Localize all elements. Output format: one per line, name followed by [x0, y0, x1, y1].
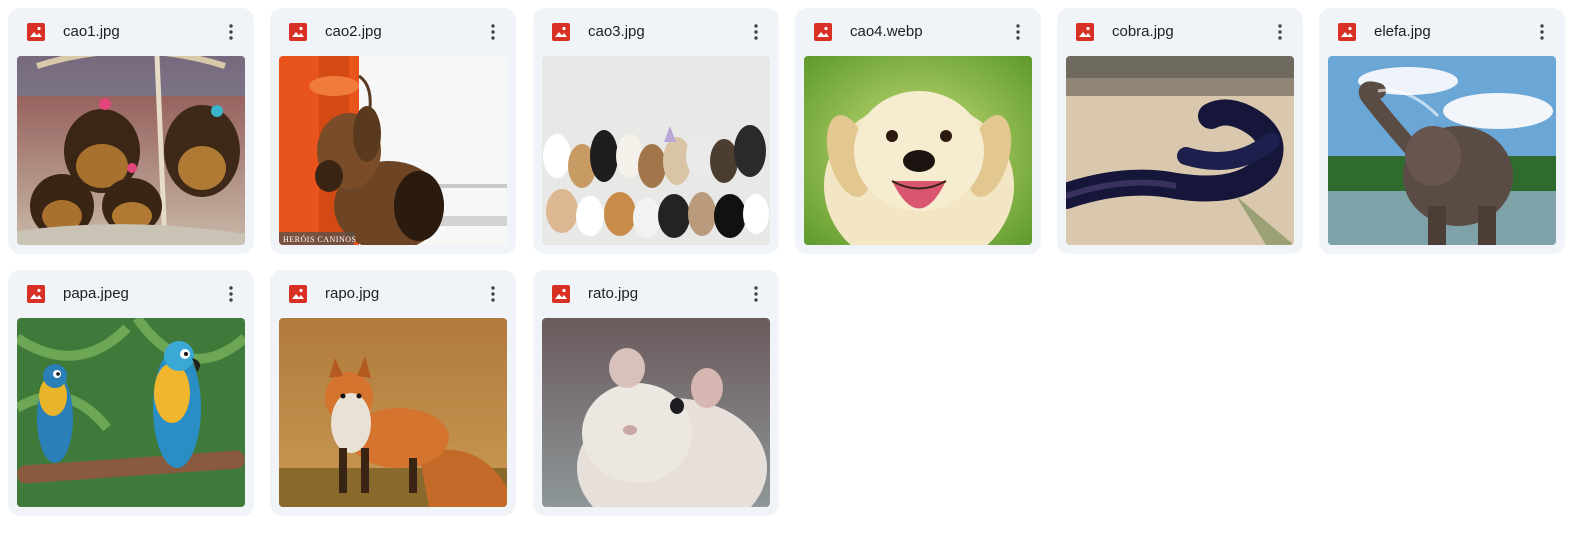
more-actions-button[interactable] [216, 279, 246, 309]
thumbnail-image [1328, 56, 1556, 245]
more-vertical-icon [229, 286, 233, 302]
file-card-header[interactable]: cao1.jpg [8, 8, 254, 56]
more-actions-button[interactable] [478, 279, 508, 309]
file-name: cao1.jpg [63, 23, 120, 40]
file-card[interactable]: cao3.jpg [533, 8, 779, 254]
file-thumbnail[interactable] [542, 318, 770, 507]
image-file-icon [552, 285, 570, 303]
file-name: cao4.webp [850, 23, 923, 40]
file-card[interactable]: elefa.jpg [1319, 8, 1565, 254]
file-thumbnail[interactable] [1328, 56, 1556, 245]
file-card-header[interactable]: papa.jpeg [8, 270, 254, 318]
image-file-icon [289, 23, 307, 41]
file-card-header[interactable]: cobra.jpg [1057, 8, 1303, 56]
file-card-header[interactable]: cao3.jpg [533, 8, 779, 56]
file-card-header[interactable]: cao4.webp [795, 8, 1041, 56]
file-thumbnail[interactable] [1066, 56, 1294, 245]
file-name: rapo.jpg [325, 285, 380, 302]
image-file-icon [289, 285, 307, 303]
image-file-icon [27, 23, 45, 41]
thumbnail-image [1066, 56, 1294, 245]
file-card-header[interactable]: rato.jpg [533, 270, 779, 318]
file-card[interactable]: cao2.jpg HERÓIS CANINOS [270, 8, 516, 254]
thumbnail-image [804, 56, 1032, 245]
file-name: rato.jpg [588, 285, 639, 302]
more-vertical-icon [491, 286, 495, 302]
file-card[interactable]: cao4.webp [795, 8, 1041, 254]
file-card[interactable]: papa.jpeg [8, 270, 254, 516]
more-vertical-icon [754, 286, 758, 302]
more-actions-button[interactable] [1527, 17, 1557, 47]
image-file-icon [1338, 23, 1356, 41]
more-vertical-icon [1016, 24, 1020, 40]
file-thumbnail[interactable] [804, 56, 1032, 245]
thumbnail-image [542, 318, 770, 507]
thumbnail-image [542, 56, 770, 245]
more-actions-button[interactable] [741, 279, 771, 309]
file-grid: cao1.jpg cao2.jpg HERÓIS CANINOS cao3.jp… [0, 0, 1578, 537]
image-file-icon [814, 23, 832, 41]
more-vertical-icon [229, 24, 233, 40]
image-file-icon [552, 23, 570, 41]
file-card-header[interactable]: rapo.jpg [270, 270, 516, 318]
more-actions-button[interactable] [741, 17, 771, 47]
watermark-text: HERÓIS CANINOS [283, 234, 356, 244]
file-thumbnail[interactable] [17, 318, 245, 507]
more-actions-button[interactable] [478, 17, 508, 47]
thumbnail-image [17, 56, 245, 245]
file-thumbnail[interactable] [17, 56, 245, 245]
image-file-icon [27, 285, 45, 303]
file-name: cobra.jpg [1112, 23, 1174, 40]
file-thumbnail[interactable]: HERÓIS CANINOS [279, 56, 507, 245]
file-thumbnail[interactable] [279, 318, 507, 507]
file-card[interactable]: rato.jpg [533, 270, 779, 516]
more-vertical-icon [1540, 24, 1544, 40]
more-vertical-icon [754, 24, 758, 40]
more-actions-button[interactable] [1003, 17, 1033, 47]
file-name: papa.jpeg [63, 285, 129, 302]
file-name: elefa.jpg [1374, 23, 1431, 40]
more-vertical-icon [1278, 24, 1282, 40]
thumbnail-image [279, 318, 507, 507]
file-card[interactable]: cobra.jpg [1057, 8, 1303, 254]
thumbnail-image: HERÓIS CANINOS [279, 56, 507, 245]
image-file-icon [1076, 23, 1094, 41]
file-card[interactable]: rapo.jpg [270, 270, 516, 516]
file-name: cao3.jpg [588, 23, 645, 40]
file-card-header[interactable]: elefa.jpg [1319, 8, 1565, 56]
more-actions-button[interactable] [1265, 17, 1295, 47]
file-card-header[interactable]: cao2.jpg [270, 8, 516, 56]
file-name: cao2.jpg [325, 23, 382, 40]
file-thumbnail[interactable] [542, 56, 770, 245]
more-actions-button[interactable] [216, 17, 246, 47]
thumbnail-image [17, 318, 245, 507]
more-vertical-icon [491, 24, 495, 40]
file-card[interactable]: cao1.jpg [8, 8, 254, 254]
